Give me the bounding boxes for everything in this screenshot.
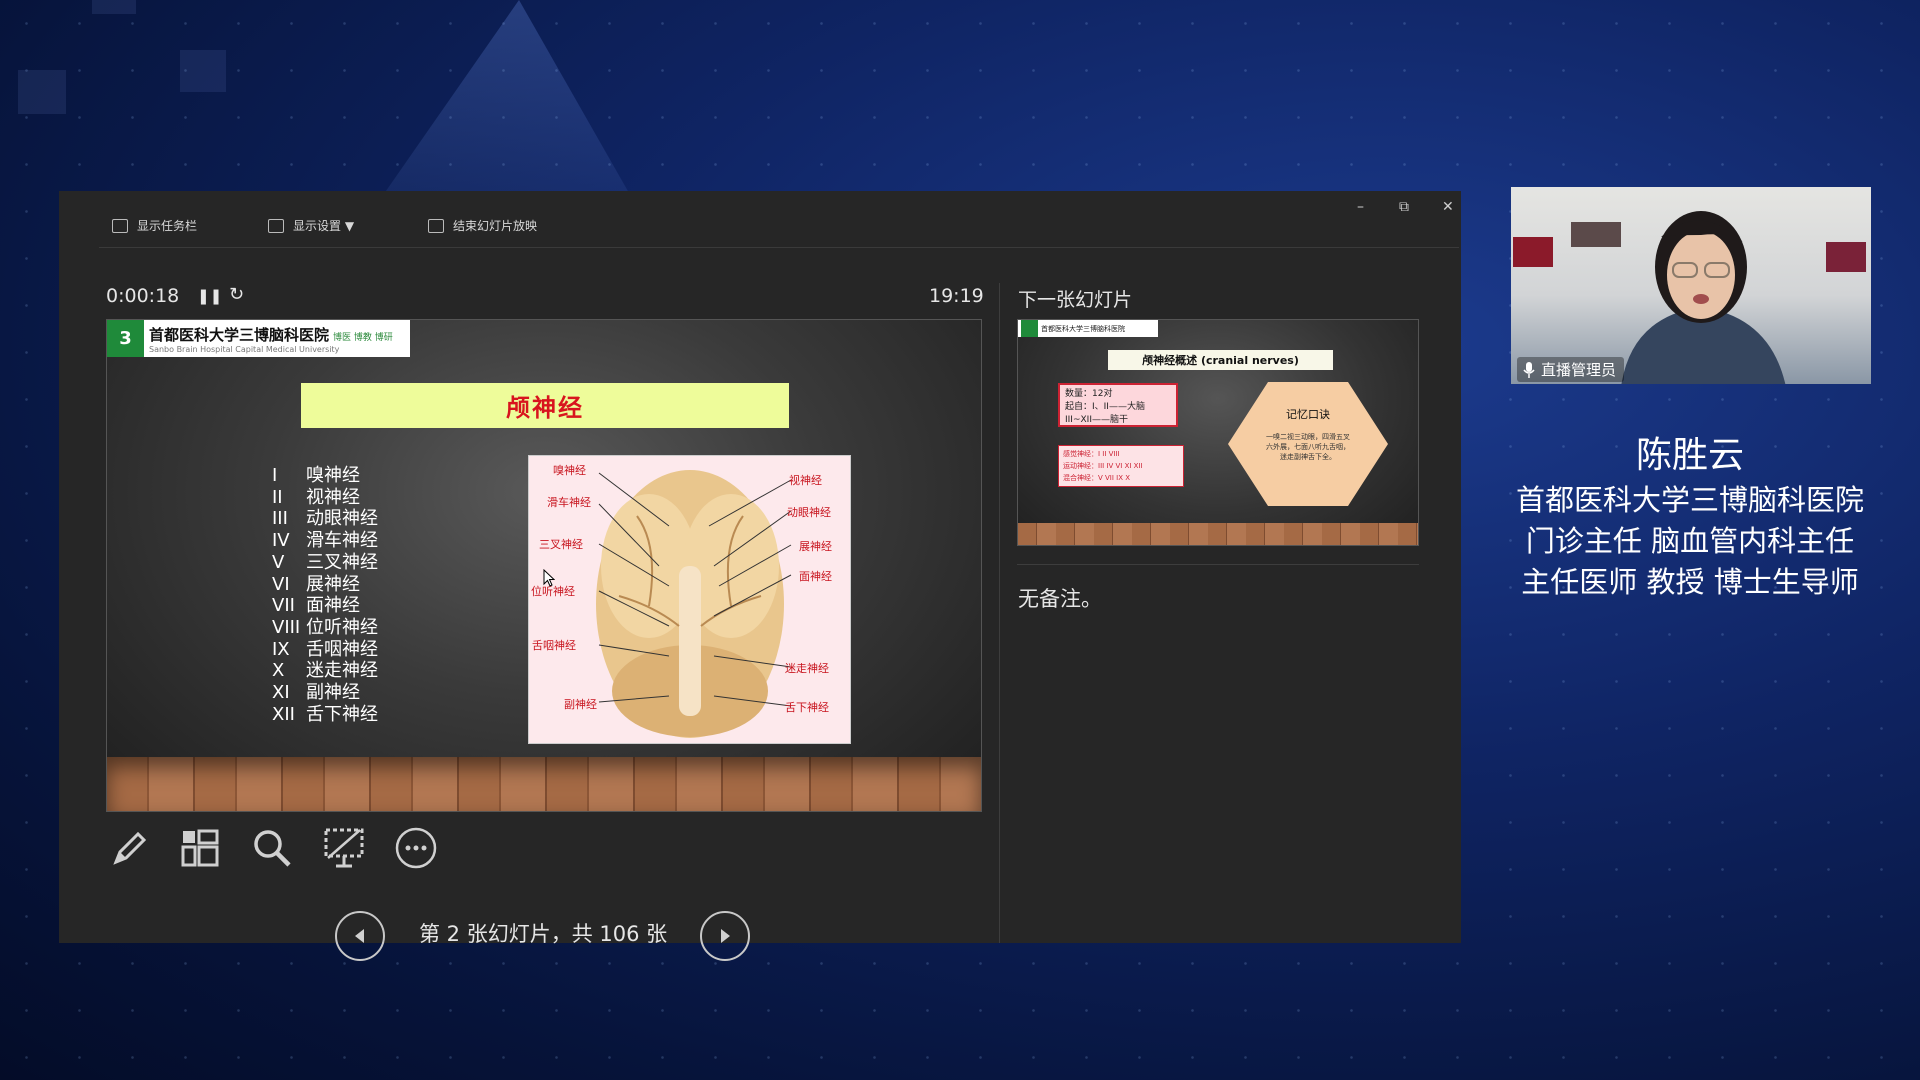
speaker-info: 陈胜云 首都医科大学三博脑科医院 门诊主任 脑血管内科主任 主任医师 教授 博士… [1480, 432, 1900, 603]
presenter-window: – ⧉ ✕ 显示任务栏 显示设置 ▼ 结束幻灯片放映 0:00:18 ❚❚ ↻ … [59, 191, 1461, 961]
thumbnail-hospital-name: 首都医科大学三博脑科医院 [1041, 324, 1125, 333]
current-slide: 3 首都医科大学三博脑科医院 博医 博教 博研 Sanbo Brain Hospi… [106, 319, 982, 812]
display-settings-label: 显示设置 ▼ [293, 219, 355, 233]
reset-icon[interactable]: ↻ [229, 284, 244, 305]
nerve-list: I 嗅神经 II 视神经 III 动眼神经 IV 滑车神经 V 三叉神经 VI 展神经 VI… [272, 465, 378, 725]
thumbnail-title: 颅神经概述 (cranial nerves) [1108, 350, 1333, 370]
taskbar-icon [112, 218, 128, 233]
category-line: 混合神经：V VII IX X [1063, 474, 1131, 482]
speaker-affiliation: 首都医科大学三博脑科医院 [1515, 483, 1864, 517]
end-show-button[interactable]: 结束幻灯片放映 [428, 217, 537, 234]
speaker-portrait [1621, 211, 1786, 384]
hexagon-text: 一嗅二视三动眼，四滑五叉六外展，七面八听九舌咽，迷走副神舌下全。 [1266, 433, 1350, 461]
more-icon[interactable] [391, 823, 441, 873]
hospital-logo: 3 [107, 320, 144, 357]
hospital-header: 3 首都医科大学三博脑科医院 博医 博教 博研 Sanbo Brain Hospi… [107, 320, 410, 357]
list-item: IX 舌咽神经 [272, 638, 378, 660]
diagram-label: 舌咽神经 [532, 639, 576, 652]
diagram-label: 展神经 [799, 540, 832, 553]
hospital-subtitle: Sanbo Brain Hospital Capital Medical Uni… [149, 344, 340, 354]
list-item: XII 舌下神经 [272, 703, 378, 725]
diagram-label: 副神经 [564, 698, 597, 711]
toolbar-divider [99, 247, 1459, 248]
list-item: VI 展神经 [272, 573, 360, 595]
diagram-label: 动眼神经 [787, 506, 831, 519]
mouse-cursor-icon [543, 569, 555, 587]
speaker-titles: 主任医师 教授 博士生导师 [1521, 565, 1859, 599]
list-item: I 嗅神经 [272, 465, 360, 486]
minimize-button[interactable]: – [1357, 199, 1364, 215]
diagram-label: 嗅神经 [553, 464, 586, 477]
info-line: 数量：12对 [1065, 389, 1113, 399]
next-icon[interactable] [700, 911, 750, 961]
list-item: X 迷走神经 [272, 660, 378, 682]
info-line: 起自：I、II——大脑 [1065, 402, 1145, 412]
slide-counter: 第 2 张幻灯片，共 106 张 [419, 922, 668, 946]
thumbnail-floor [1018, 523, 1418, 545]
close-button[interactable]: ✕ [1442, 199, 1454, 215]
list-item: VII 面神经 [272, 595, 360, 617]
video-caption: 直播管理员 [1517, 357, 1625, 382]
diagram-label: 面神经 [799, 570, 832, 583]
thumbnail-hexagon: 记忆口诀 一嗅二视三动眼，四滑五叉六外展，七面八听九舌咽，迷走副神舌下全。 [1228, 382, 1388, 506]
list-item: XI 副神经 [272, 682, 360, 704]
category-line: 运动神经：III IV VI XI XII [1063, 462, 1143, 470]
diagram-label: 迷走神经 [785, 662, 829, 675]
screen-icon[interactable] [319, 823, 369, 873]
info-line: III~XII——脑干 [1065, 415, 1128, 425]
list-item: V 三叉神经 [272, 551, 378, 573]
prev-icon[interactable] [335, 911, 385, 961]
display-settings-button[interactable]: 显示设置 ▼ [268, 217, 354, 234]
pause-icon[interactable]: ❚❚ [197, 287, 222, 305]
stage-floor [107, 757, 981, 811]
wall-poster [1826, 242, 1866, 272]
thumbnail-category-box: 感觉神经：I II VIII 运动神经：III IV VI XI XII 混合神… [1058, 445, 1184, 487]
diagram-label: 滑车神经 [547, 496, 591, 509]
hospital-name: 首都医科大学三博脑科医院 [149, 325, 330, 344]
diagram-label: 视神经 [789, 474, 822, 487]
next-slide-thumbnail[interactable]: 首都医科大学三博脑科医院 颅神经概述 (cranial nerves) 数量：1… [1017, 319, 1419, 546]
slides-grid-icon[interactable] [175, 823, 225, 873]
restore-button[interactable]: ⧉ [1399, 199, 1409, 215]
slide-title: 颅神经 [301, 383, 789, 428]
speaker-notes: 无备注。 [1018, 587, 1102, 611]
video-caption-text: 直播管理员 [1541, 361, 1617, 379]
speaker-name: 陈胜云 [1635, 435, 1744, 476]
diagram-label: 三叉神经 [539, 538, 583, 551]
list-item: VIII 位听神经 [272, 616, 378, 638]
zoom-icon[interactable] [247, 823, 297, 873]
hexagon-title: 记忆口诀 [1286, 408, 1330, 421]
hospital-logo-mark: 3 [119, 328, 132, 349]
list-item: III 动眼神经 [272, 508, 378, 530]
thumbnail-info-box: 数量：12对 起自：I、II——大脑 III~XII——脑干 [1058, 383, 1178, 427]
notes-divider [1017, 564, 1419, 565]
hospital-motto: 博医 博教 博研 [333, 332, 393, 343]
display-settings-icon [268, 218, 284, 233]
list-item: II 视神经 [272, 486, 360, 508]
panel-divider [999, 283, 1000, 943]
thumbnail-logo [1021, 320, 1038, 337]
end-show-label: 结束幻灯片放映 [453, 219, 538, 233]
diagram-label: 舌下神经 [785, 701, 829, 714]
wall-poster [1513, 237, 1553, 267]
speaker-position: 门诊主任 脑血管内科主任 [1525, 524, 1855, 558]
thumbnail-header: 首都医科大学三博脑科医院 [1018, 320, 1158, 337]
elapsed-timer: 0:00:18 [106, 285, 180, 307]
pen-icon[interactable] [105, 823, 155, 873]
brain-diagram: 嗅神经 滑车神经 三叉神经 位听神经 舌咽神经 副神经 视神经 动眼神经 展神经… [528, 455, 851, 744]
mic-icon [1523, 361, 1535, 378]
webcam-video: 直播管理员 [1511, 187, 1871, 384]
category-line: 感觉神经：I II VIII [1063, 450, 1120, 458]
current-time: 19:19 [929, 285, 984, 307]
next-slide-label: 下一张幻灯片 [1018, 289, 1133, 311]
show-taskbar-button[interactable]: 显示任务栏 [112, 217, 197, 234]
show-taskbar-label: 显示任务栏 [137, 219, 198, 233]
list-item: IV 滑车神经 [272, 530, 378, 552]
end-show-icon [428, 218, 444, 233]
